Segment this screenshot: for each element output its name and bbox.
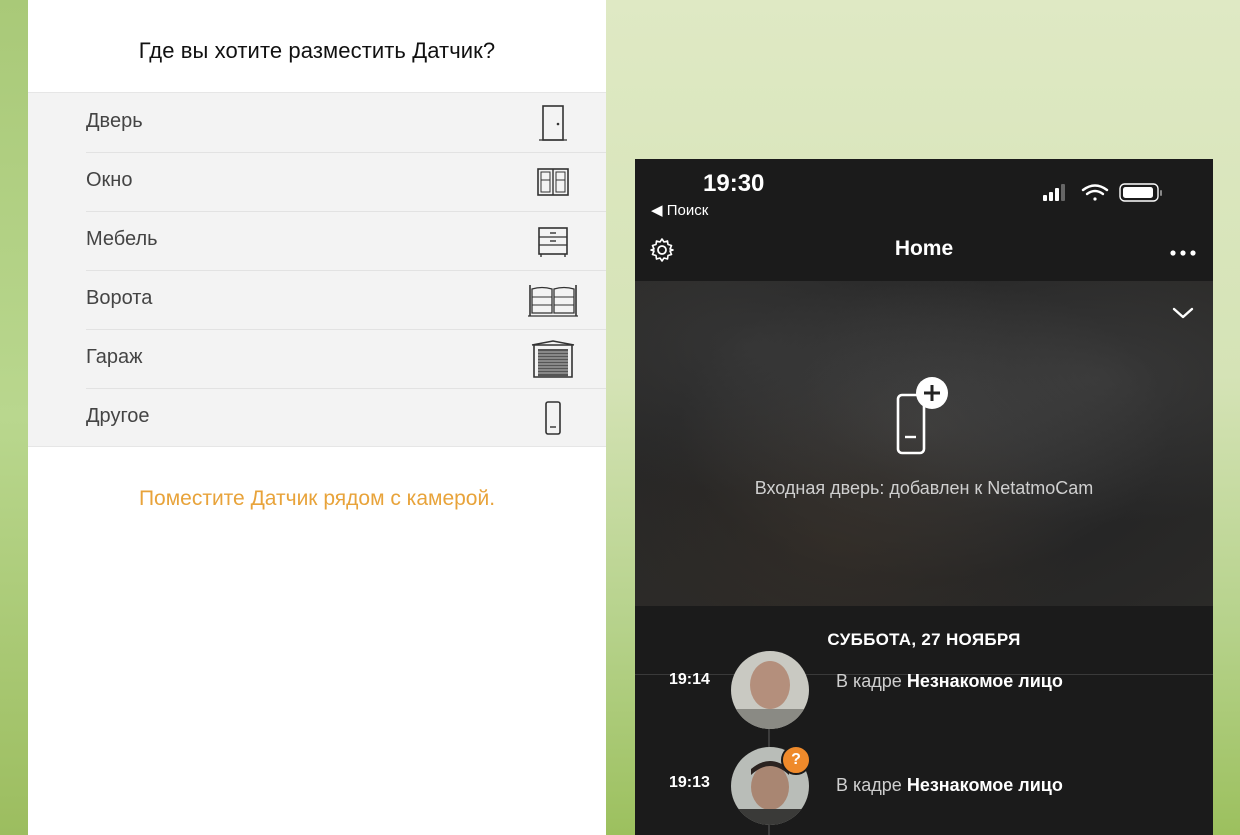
option-label: Гараж <box>86 346 143 368</box>
more-options-icon[interactable] <box>1169 245 1197 256</box>
sensor-added-icon <box>892 377 956 459</box>
status-icons <box>1043 181 1173 205</box>
event-face-name: Незнакомое лицо <box>906 671 1063 691</box>
option-label: Окно <box>86 169 133 191</box>
cellular-signal-icon <box>1043 184 1065 201</box>
option-gate[interactable]: Ворота <box>86 270 606 330</box>
camera-preview[interactable]: Входная дверь: добавлен к NetatmoCam <box>635 281 1213 606</box>
unknown-face-badge: ? <box>781 745 811 775</box>
sensor-added-message: Входная дверь: добавлен к NetatmoCam <box>754 478 1094 498</box>
status-time: 19:30 <box>703 170 765 197</box>
window-icon <box>528 162 578 202</box>
background-strip <box>0 0 28 835</box>
event-timeline: 19:14 В кадре Незнакомое лицо 19:13 ? В … <box>635 651 1213 835</box>
sensor-placement-panel: Где вы хотите разместить Датчик? Дверь О… <box>28 0 606 835</box>
garage-icon <box>528 339 578 379</box>
gate-icon <box>528 280 578 320</box>
furniture-icon <box>528 221 578 261</box>
timeline-event[interactable]: 19:13 ? В кадре Незнакомое лицо <box>635 745 1213 827</box>
option-label: Мебель <box>86 228 158 250</box>
sensor-icon <box>528 398 578 438</box>
option-label: Ворота <box>86 287 153 309</box>
event-description: В кадре Незнакомое лицо <box>836 671 1063 692</box>
event-description: В кадре Незнакомое лицо <box>836 775 1063 796</box>
event-face-name: Незнакомое лицо <box>906 775 1063 795</box>
phone-screen: 19:30 ◀ Поиск Home Входная дверь: добавл… <box>635 159 1213 835</box>
event-time: 19:14 <box>669 671 710 688</box>
battery-icon <box>1119 183 1162 202</box>
option-garage[interactable]: Гараж <box>86 329 606 389</box>
option-label: Дверь <box>86 110 143 132</box>
door-icon <box>528 103 578 143</box>
option-window[interactable]: Окно <box>86 152 606 212</box>
option-other[interactable]: Другое <box>86 388 606 447</box>
event-prefix: В кадре <box>836 775 907 795</box>
timeline-event[interactable]: 19:14 В кадре Незнакомое лицо <box>635 651 1213 731</box>
option-label: Другое <box>86 405 150 427</box>
date-label: СУББОТА, 27 НОЯБРЯ <box>827 630 1021 649</box>
home-title: Home <box>894 237 954 260</box>
event-prefix: В кадре <box>836 671 907 691</box>
placement-options-list: Дверь Окно Мебель Ворота Гараж Другое <box>28 92 606 447</box>
back-to-search-link[interactable]: ◀ Поиск <box>651 201 708 219</box>
panel-title: Где вы хотите разместить Датчик? <box>138 38 496 63</box>
option-door[interactable]: Дверь <box>86 93 606 153</box>
wifi-icon <box>1081 184 1109 201</box>
option-furniture[interactable]: Мебель <box>86 211 606 271</box>
face-avatar <box>731 651 809 729</box>
app-header: Home <box>635 227 1213 281</box>
event-time: 19:13 <box>669 774 710 791</box>
chevron-down-icon[interactable] <box>1171 301 1195 325</box>
placement-hint: Поместите Датчик рядом с камерой. <box>138 487 496 510</box>
